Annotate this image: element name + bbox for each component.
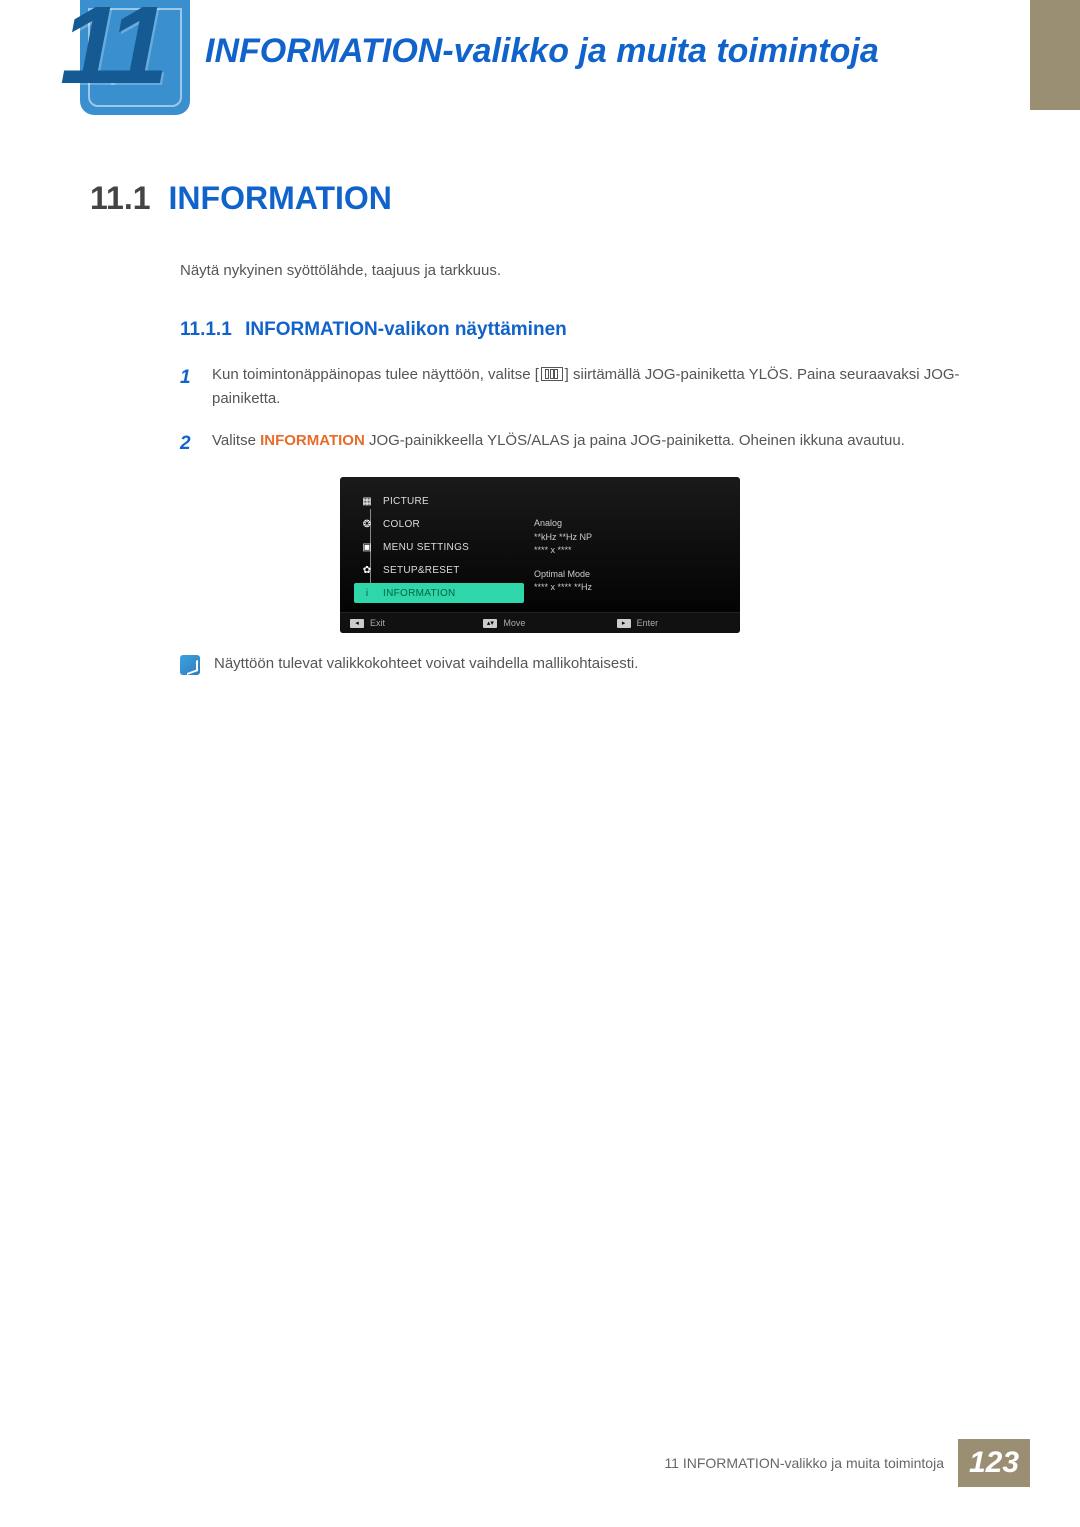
osd-footer-label: Move <box>503 618 525 628</box>
osd-menu-figure: ▦ PICTURE ❂ COLOR ▣ MENU SETTINGS ✿ SETU… <box>340 477 740 633</box>
info-icon: i <box>360 587 374 599</box>
step-item: 2 Valitse INFORMATION JOG-painikkeella Y… <box>180 429 990 459</box>
step-text: Valitse INFORMATION JOG-painikkeella YLÖ… <box>212 429 990 459</box>
color-icon: ❂ <box>360 518 374 530</box>
chapter-title: INFORMATION-valikko ja muita toimintoja <box>205 32 879 71</box>
osd-item-setup-reset: ✿ SETUP&RESET <box>354 560 524 580</box>
gear-icon: ✿ <box>360 564 374 576</box>
step-item: 1 Kun toimintonäppäinopas tulee näyttöön… <box>180 363 990 411</box>
step-text: Kun toimintonäppäinopas tulee näyttöön, … <box>212 363 990 411</box>
osd-move: ▴▾ Move <box>473 613 606 633</box>
osd-item-information: i INFORMATION <box>354 583 524 603</box>
page-content: 11.1 INFORMATION Näytä nykyinen syöttölä… <box>90 180 990 675</box>
osd-footer: ◂ Exit ▴▾ Move ▸ Enter <box>340 612 740 633</box>
osd-item-label: MENU SETTINGS <box>383 542 469 553</box>
page-footer: 11 INFORMATION-valikko ja muita toiminto… <box>664 1439 1030 1487</box>
section-heading: 11.1 INFORMATION <box>90 180 990 217</box>
chapter-number: 11 <box>60 0 162 109</box>
osd-info-line: **** x **** **Hz <box>534 581 726 595</box>
page-number: 123 <box>958 1439 1030 1487</box>
note-icon <box>180 655 200 675</box>
corner-accent <box>1030 0 1080 110</box>
section-number: 11.1 <box>90 180 151 217</box>
osd-footer-label: Enter <box>637 618 659 628</box>
steps-list: 1 Kun toimintonäppäinopas tulee näyttöön… <box>180 363 990 459</box>
osd-info-line: Analog <box>534 517 726 531</box>
footer-chapter-ref: 11 INFORMATION-valikko ja muita toiminto… <box>664 1455 958 1471</box>
back-key-icon: ◂ <box>350 619 364 628</box>
osd-item-label: SETUP&RESET <box>383 565 460 576</box>
note: Näyttöön tulevat valikkokohteet voivat v… <box>180 655 990 675</box>
enter-key-icon: ▸ <box>617 619 631 628</box>
section-intro: Näytä nykyinen syöttölähde, taajuus ja t… <box>180 262 990 279</box>
settings-icon: ▣ <box>360 541 374 553</box>
osd-item-color: ❂ COLOR <box>354 514 524 534</box>
section-title: INFORMATION <box>169 180 392 217</box>
step-text-pre: Kun toimintonäppäinopas tulee näyttöön, … <box>212 366 539 383</box>
step-number: 2 <box>180 429 198 459</box>
subsection-title: INFORMATION-valikon näyttäminen <box>245 319 567 340</box>
subsection-heading: 11.1.1 INFORMATION-valikon näyttäminen <box>180 319 990 341</box>
osd-info-line: **** x **** <box>534 544 726 558</box>
move-key-icon: ▴▾ <box>483 619 497 628</box>
step-text-pre: Valitse <box>212 432 260 449</box>
osd-exit: ◂ Exit <box>340 613 473 633</box>
menu-icon <box>541 367 563 382</box>
osd-item-label: PICTURE <box>383 496 429 507</box>
osd-info-line: Optimal Mode <box>534 568 726 582</box>
step-number: 1 <box>180 363 198 411</box>
osd-enter: ▸ Enter <box>607 613 740 633</box>
note-text: Näyttöön tulevat valikkokohteet voivat v… <box>214 655 638 672</box>
osd-item-picture: ▦ PICTURE <box>354 491 524 511</box>
osd-info-panel: Analog **kHz **Hz NP **** x **** Optimal… <box>534 491 726 606</box>
osd-item-label: COLOR <box>383 519 420 530</box>
subsection-number: 11.1.1 <box>180 319 232 340</box>
step-text-post: JOG-painikkeella YLÖS/ALAS ja paina JOG-… <box>365 432 905 449</box>
osd-item-label: INFORMATION <box>383 588 456 599</box>
osd-item-menu-settings: ▣ MENU SETTINGS <box>354 537 524 557</box>
picture-icon: ▦ <box>360 495 374 507</box>
osd-info-line: **kHz **Hz NP <box>534 531 726 545</box>
keyword-highlight: INFORMATION <box>260 432 365 449</box>
osd-footer-label: Exit <box>370 618 385 628</box>
osd-menu-list: ▦ PICTURE ❂ COLOR ▣ MENU SETTINGS ✿ SETU… <box>354 491 524 606</box>
